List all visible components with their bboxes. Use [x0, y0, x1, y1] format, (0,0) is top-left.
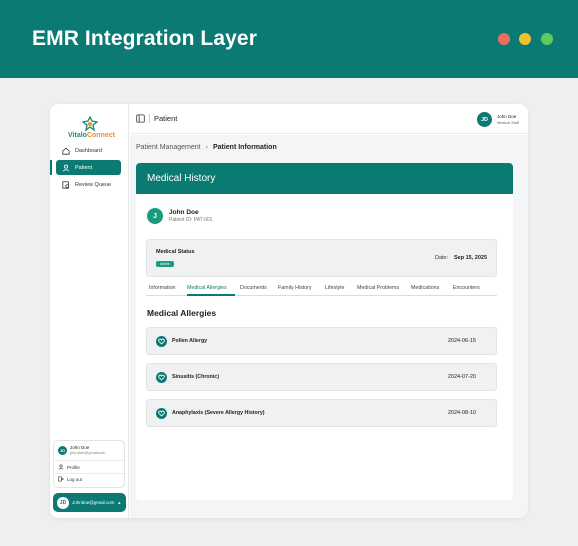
tab-encounters[interactable]: Encounters — [453, 285, 480, 291]
patient-name: John Doe — [169, 209, 199, 216]
heart-icon — [156, 408, 167, 419]
allergy-name: Anaphylaxis (Severe Allergy History) — [172, 410, 265, 416]
tab-documents[interactable]: Documents — [240, 285, 267, 291]
header-banner: EMR Integration Layer — [0, 0, 578, 78]
breadcrumb-parent[interactable]: Patient Management — [136, 144, 201, 151]
heart-icon — [156, 372, 167, 383]
breadcrumb-current: Patient Information — [212, 144, 277, 151]
brand-logo[interactable]: VitaloConnect — [68, 116, 115, 146]
logo-mark-icon — [82, 116, 98, 132]
sidebar-item-patient[interactable]: Patient — [56, 160, 121, 175]
date-label: Date: — [435, 255, 449, 261]
account-switcher-button[interactable]: JD Johndoe@gmail.com ▲ — [53, 493, 126, 512]
banner-title: EMR Integration Layer — [32, 27, 257, 50]
allergy-row[interactable]: Anaphylaxis (Severe Allergy History) 202… — [146, 399, 497, 427]
topbar: Patient JD John Doe Medical Staff — [130, 104, 528, 134]
window-maximize-dot[interactable] — [541, 33, 553, 45]
card-title: Medical History — [147, 173, 216, 184]
logout-icon — [58, 476, 64, 482]
sidebar-item-review-queue[interactable]: Review Queue — [56, 177, 121, 192]
allergy-name: Pollen Allergy — [172, 338, 208, 344]
chevron-right-icon: › — [205, 144, 208, 151]
sidebar-item-label: Review Queue — [75, 181, 112, 188]
chevron-up-icon: ▲ — [117, 500, 122, 505]
tab-lifestyle[interactable]: Lifestyle — [325, 285, 344, 291]
allergy-date: 2024-07-20 — [447, 374, 476, 380]
divider — [54, 460, 126, 461]
heart-icon — [156, 336, 167, 347]
status-badge: Active — [156, 261, 174, 267]
status-label: Medical Status — [156, 249, 195, 255]
account-email: Johndoe@gmail.com — [72, 500, 115, 505]
tab-information[interactable]: Information — [149, 285, 176, 291]
app-window: VitaloConnect Dashboard Patient Review Q… — [50, 104, 528, 518]
page-title: Patient — [154, 114, 178, 123]
window-minimize-dot[interactable] — [519, 33, 531, 45]
tab-family-history[interactable]: Family History — [278, 285, 312, 291]
patient-avatar: J — [147, 208, 163, 224]
sidebar-item-label: Patient — [75, 164, 93, 171]
divider — [149, 114, 150, 123]
sidebar-item-label: Dashboard — [75, 147, 102, 154]
medical-history-card: Medical History J John Doe Patient ID: P… — [136, 163, 513, 500]
allergy-date: 2024-06-15 — [447, 338, 476, 344]
patient-info: J John Doe Patient ID: PAT-001 — [147, 208, 212, 224]
brand-name: VitaloConnect — [68, 132, 115, 139]
active-indicator — [50, 160, 52, 175]
sidebar-item-dashboard[interactable]: Dashboard — [56, 143, 121, 158]
status-date: Sep 15, 2025 — [454, 255, 488, 261]
card-header: Medical History — [136, 163, 513, 194]
medical-status-box: Medical Status Active Date: Sep 15, 2025 — [146, 239, 497, 277]
breadcrumb: Patient Management › Patient Information — [136, 144, 277, 151]
user-info: JD John Doe johndoe@gmailcom — [58, 445, 105, 455]
avatar[interactable]: JD — [477, 112, 492, 127]
user-menu-card: JD John Doe johndoe@gmailcom Profile Log… — [53, 440, 126, 488]
tab-medical-problems[interactable]: Medical Problems — [357, 285, 399, 291]
tab-medical-allergies[interactable]: Medical Allergies — [187, 285, 227, 291]
sidebar-toggle-icon[interactable] — [136, 114, 145, 123]
user-name: John Doe — [497, 114, 517, 119]
sidebar: VitaloConnect Dashboard Patient Review Q… — [50, 104, 129, 518]
logout-menu-item[interactable]: Log out — [58, 476, 82, 482]
user-email: johndoe@gmailcom — [70, 450, 106, 455]
tab-medications[interactable]: Medications — [411, 285, 439, 291]
divider — [54, 473, 126, 474]
user-icon — [62, 164, 70, 171]
window-close-dot[interactable] — [498, 33, 510, 45]
home-icon — [62, 147, 70, 155]
review-icon — [62, 180, 69, 189]
user-role: Medical Staff — [497, 121, 519, 125]
main-content: Patient Management › Patient Information… — [130, 135, 528, 518]
allergy-name: Sinusitis (Chronic) — [172, 374, 220, 380]
allergy-row[interactable]: Sinusitis (Chronic) 2024-07-20 — [146, 363, 497, 391]
tab-bar: Information Medical Allergies Documents … — [146, 282, 497, 296]
profile-menu-item[interactable]: Profile — [58, 464, 80, 470]
active-tab-underline — [187, 294, 235, 296]
avatar: JD — [57, 496, 69, 509]
section-title: Medical Allergies — [147, 308, 217, 318]
allergy-date: 2024-08-10 — [447, 410, 476, 416]
allergy-row[interactable]: Pollen Allergy 2024-06-15 — [146, 327, 497, 355]
user-icon — [58, 464, 64, 470]
avatar: JD — [58, 445, 67, 455]
patient-id: Patient ID: PAT-001 — [169, 217, 213, 223]
